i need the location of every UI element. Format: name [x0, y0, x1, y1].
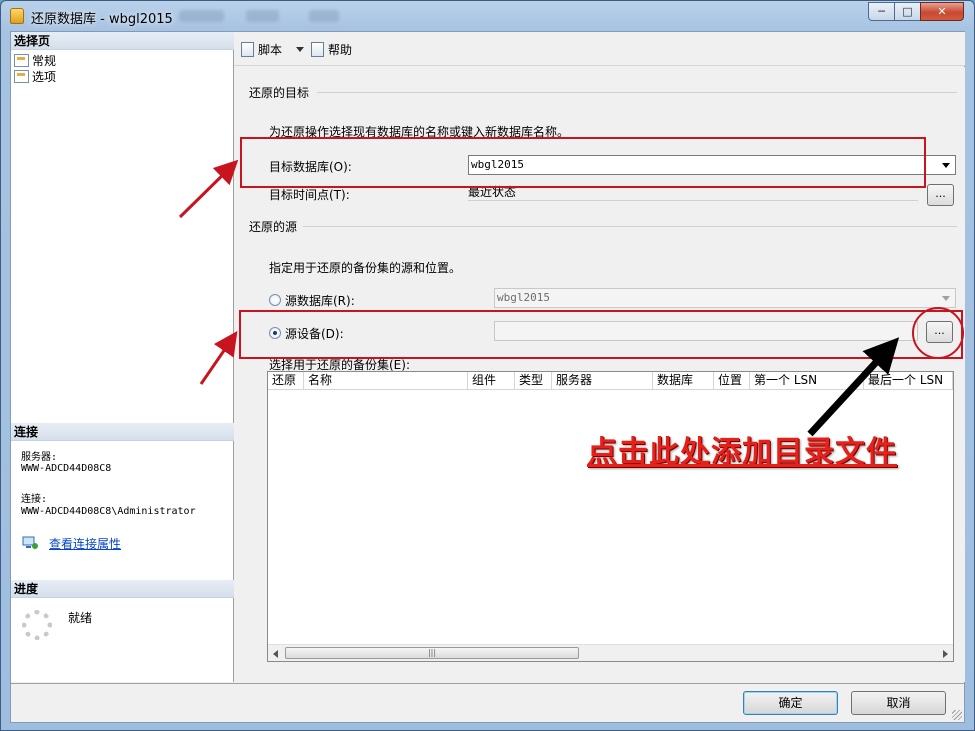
- source-device-highlight-box: [239, 310, 963, 359]
- page-item-label: 选项: [32, 70, 57, 84]
- script-label: 脚本: [258, 43, 283, 57]
- connection-header: 连接: [11, 423, 234, 441]
- close-button[interactable]: ✕: [920, 2, 964, 21]
- left-pane: 选择页 常规 选项 连接 服务器: WWW-ADCD44D08C8 连接: WW…: [11, 32, 234, 682]
- source-database-combobox[interactable]: wbgl2015: [494, 288, 956, 308]
- column-header-position[interactable]: 位置: [714, 372, 750, 390]
- scrollbar-thumb[interactable]: |||: [285, 647, 579, 659]
- minimize-button[interactable]: ─: [868, 2, 895, 21]
- view-connection-properties-link[interactable]: 查看连接属性: [49, 535, 121, 552]
- progress-status: 就绪: [68, 611, 93, 625]
- browse-button-highlight-circle: [912, 307, 964, 359]
- scroll-right-arrow-icon[interactable]: [943, 650, 948, 658]
- source-database-value: wbgl2015: [497, 291, 550, 304]
- annotation-callout-text: 点击此处添加目录文件: [587, 435, 897, 470]
- script-icon: [241, 42, 254, 57]
- column-header-first-lsn[interactable]: 第一个 LSN: [750, 372, 864, 390]
- server-value: WWW-ADCD44D08C8: [21, 463, 112, 474]
- restore-source-section-title: 还原的源: [249, 220, 298, 234]
- cancel-button[interactable]: 取消: [851, 691, 946, 715]
- select-page-header: 选择页: [11, 32, 234, 50]
- toolbar: 脚本 帮助: [234, 32, 965, 66]
- column-header-component[interactable]: 组件: [468, 372, 515, 390]
- database-icon: [10, 8, 24, 24]
- page-item-general[interactable]: 常规: [14, 52, 56, 69]
- help-button[interactable]: 帮助: [311, 41, 352, 58]
- backup-sets-grid[interactable]: 还原 名称 组件 类型 服务器 数据库 位置 第一个 LSN 最后一个 LSN …: [267, 371, 954, 662]
- column-header-restore[interactable]: 还原: [268, 372, 304, 390]
- progress-header: 进度: [11, 580, 234, 598]
- target-time-browse-button[interactable]: ...: [927, 184, 954, 206]
- script-button[interactable]: 脚本: [241, 41, 282, 58]
- connection-properties-icon: [22, 536, 38, 549]
- script-dropdown-arrow-icon[interactable]: [296, 47, 304, 52]
- page-item-options[interactable]: 选项: [14, 68, 56, 85]
- column-header-last-lsn[interactable]: 最后一个 LSN: [864, 372, 953, 390]
- target-time-label: 目标时间点(T):: [269, 188, 350, 202]
- server-label: 服务器:: [21, 452, 58, 463]
- target-database-highlight-box: [240, 137, 926, 188]
- title-bar[interactable]: 还原数据库 - wbgl2015 ─ □ ✕: [1, 1, 974, 31]
- restore-source-description: 指定用于还原的备份集的源和位置。: [269, 261, 462, 275]
- dialog-client-area: 选择页 常规 选项 连接 服务器: WWW-ADCD44D08C8 连接: WW…: [10, 31, 965, 723]
- ok-button[interactable]: 确定: [743, 691, 838, 715]
- resize-grip-icon[interactable]: [952, 710, 962, 720]
- column-header-server[interactable]: 服务器: [552, 372, 653, 390]
- maximize-button[interactable]: □: [894, 2, 921, 21]
- source-database-radio[interactable]: [269, 294, 281, 306]
- page-icon: [14, 70, 29, 83]
- page-item-label: 常规: [32, 54, 57, 68]
- blurred-taskbar-text: [309, 10, 339, 22]
- help-icon: [311, 42, 324, 57]
- section-divider: [317, 92, 957, 93]
- restore-target-section-title: 还原的目标: [249, 86, 310, 100]
- page-icon: [14, 54, 29, 67]
- connection-value: WWW-ADCD44D08C8\Administrator: [21, 506, 196, 517]
- column-header-database[interactable]: 数据库: [653, 372, 714, 390]
- source-database-dropdown-icon[interactable]: [942, 296, 950, 301]
- scroll-left-arrow-icon[interactable]: [273, 650, 278, 658]
- section-divider: [303, 226, 957, 227]
- column-header-type[interactable]: 类型: [515, 372, 552, 390]
- window-title: 还原数据库 - wbgl2015: [31, 12, 173, 27]
- blurred-taskbar-text: [246, 10, 279, 22]
- source-database-label: 源数据库(R):: [285, 294, 355, 308]
- blurred-taskbar-text: [179, 10, 224, 22]
- progress-spinner-icon: [22, 610, 52, 640]
- horizontal-scrollbar[interactable]: |||: [268, 644, 953, 661]
- column-header-name[interactable]: 名称: [304, 372, 468, 390]
- dialog-footer: 确定 取消: [11, 683, 964, 722]
- connection-label: 连接:: [21, 494, 48, 505]
- restore-database-window: 还原数据库 - wbgl2015 ─ □ ✕ 选择页 常规 选项 连接 服务器:…: [0, 0, 975, 731]
- help-label: 帮助: [328, 43, 353, 57]
- target-database-dropdown-icon[interactable]: [942, 163, 950, 168]
